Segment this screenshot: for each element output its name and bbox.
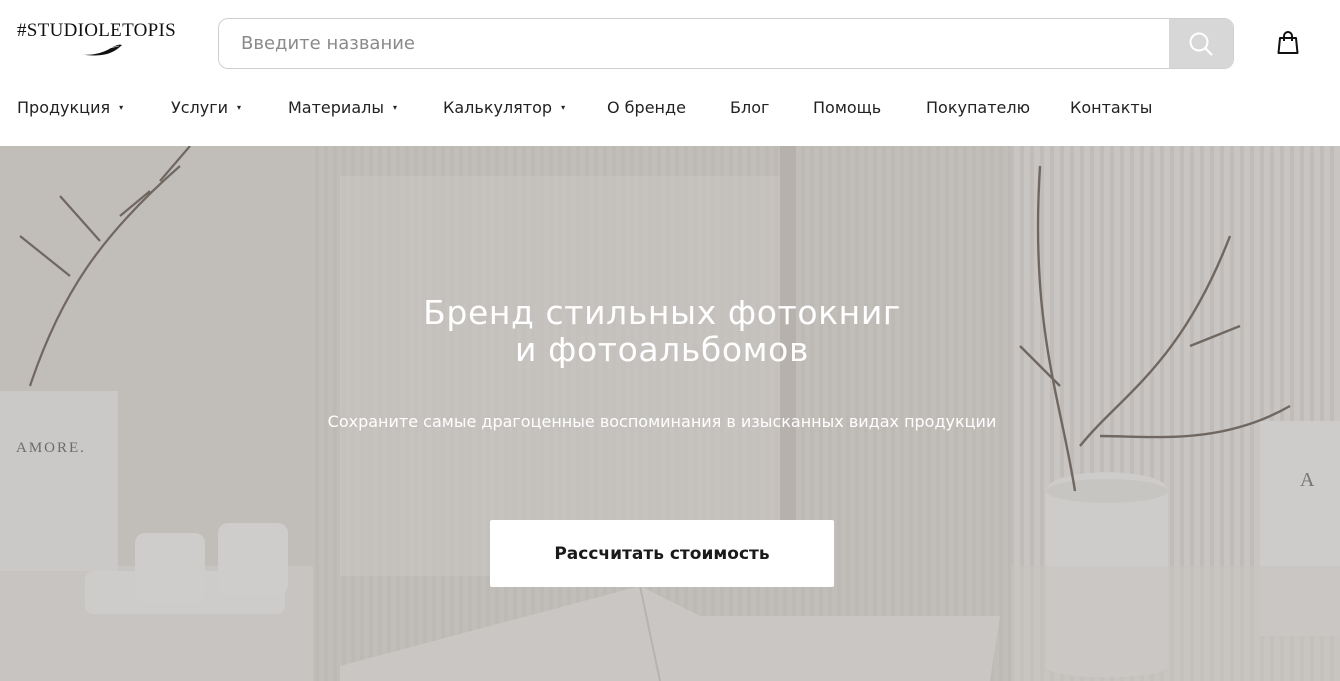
hero-title-line-2: и фотоальбомов bbox=[515, 330, 809, 369]
nav-item-products[interactable]: Продукция ▾ bbox=[17, 96, 171, 120]
nav-item-customers[interactable]: Покупателю bbox=[926, 96, 1070, 120]
hero-banner: AMORE. A Бренд стильных фотокниг и фотоа… bbox=[0, 146, 1340, 681]
nav-item-about-brand[interactable]: О бренде bbox=[607, 96, 730, 120]
main-nav: Продукция ▾ Услуги ▾ Материалы ▾ Калькул… bbox=[17, 96, 1152, 120]
nav-item-label: Контакты bbox=[1070, 98, 1153, 117]
logo[interactable]: #STUDIOLETOPIS bbox=[17, 20, 187, 64]
shopping-bag-icon bbox=[1277, 31, 1299, 54]
nav-item-help[interactable]: Помощь bbox=[813, 96, 926, 120]
hero-title-line-1: Бренд стильных фотокниг bbox=[423, 293, 901, 332]
nav-item-calculator[interactable]: Калькулятор ▾ bbox=[443, 96, 607, 120]
nav-item-label: Калькулятор bbox=[443, 98, 553, 117]
site-header: #STUDIOLETOPIS Продукция ▾ Услуги ▾ bbox=[0, 0, 1340, 146]
nav-item-label: Покупателю bbox=[926, 98, 1031, 117]
search-button[interactable] bbox=[1169, 19, 1233, 68]
logo-text: #STUDIOLETOPIS bbox=[17, 20, 177, 41]
nav-item-label: Помощь bbox=[813, 98, 882, 117]
cart-button[interactable] bbox=[1276, 30, 1300, 56]
nav-item-materials[interactable]: Материалы ▾ bbox=[288, 96, 443, 120]
search-icon bbox=[1189, 32, 1213, 56]
caret-down-icon: ▾ bbox=[237, 103, 242, 112]
nav-item-label: О бренде bbox=[607, 98, 686, 117]
nav-item-label: Услуги bbox=[171, 98, 229, 117]
hero-title: Бренд стильных фотокниг и фотоальбомов bbox=[0, 294, 1324, 368]
caret-down-icon: ▾ bbox=[561, 103, 566, 112]
calculate-cost-button[interactable]: Рассчитать стоимость bbox=[490, 520, 834, 587]
search-bar bbox=[218, 18, 1234, 69]
hero-subtitle: Сохраните самые драгоценные воспоминания… bbox=[327, 412, 997, 431]
caret-down-icon: ▾ bbox=[119, 103, 124, 112]
nav-item-label: Продукция bbox=[17, 98, 111, 117]
nav-item-services[interactable]: Услуги ▾ bbox=[171, 96, 288, 120]
feather-icon bbox=[80, 44, 122, 56]
nav-item-label: Блог bbox=[730, 98, 770, 117]
nav-item-contacts[interactable]: Контакты bbox=[1070, 96, 1152, 120]
caret-down-icon: ▾ bbox=[393, 103, 398, 112]
search-input[interactable] bbox=[219, 19, 1169, 68]
nav-item-label: Материалы bbox=[288, 98, 384, 117]
nav-item-blog[interactable]: Блог bbox=[730, 96, 813, 120]
